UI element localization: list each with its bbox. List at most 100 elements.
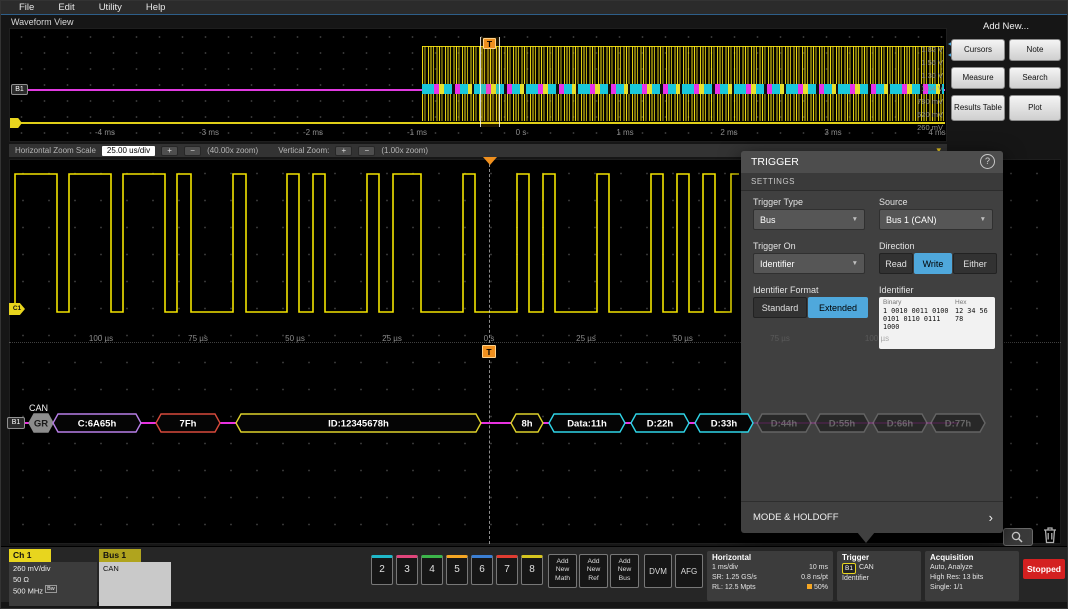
h-zoom-scale-label: Horizontal Zoom Scale <box>15 146 96 155</box>
magnifier-icon <box>1008 530 1028 544</box>
format-extended-button[interactable]: Extended <box>808 297 868 318</box>
zoom-tool-button[interactable] <box>1003 528 1033 546</box>
source-dropdown[interactable]: Bus 1 (CAN) ▼ <box>879 209 993 230</box>
time-label: 25 µs <box>382 334 402 343</box>
h-scale: 1 ms/div <box>712 563 738 573</box>
settings-section-header: SETTINGS <box>741 173 1003 191</box>
direction-read-button[interactable]: Read <box>879 253 913 274</box>
add-measure-button[interactable]: Measure <box>951 67 1005 89</box>
add-cursors-button[interactable]: Cursors <box>951 39 1005 61</box>
add-new-math-button[interactable]: Add New Math <box>548 554 577 588</box>
v-zoom-plus-button[interactable]: + <box>335 146 352 156</box>
channel-number: 6 <box>479 564 485 575</box>
horizontal-settings-block[interactable]: Horizontal 1 ms/div 10 ms SR: 1.25 GS/s … <box>707 551 833 601</box>
bus1-badge[interactable]: B1 <box>7 417 25 429</box>
trigger-type-dropdown[interactable]: Bus ▼ <box>753 209 865 230</box>
overview-time-label: 2 ms <box>720 128 737 137</box>
v-zoom-readout: (1.00x zoom) <box>381 146 428 155</box>
add-plot-button[interactable]: Plot <box>1009 95 1061 121</box>
format-standard-button[interactable]: Standard <box>753 297 807 318</box>
overview-volt-label: 260 mV <box>917 123 943 132</box>
svg-text:D:55h: D:55h <box>829 419 856 430</box>
bus1-type: CAN <box>103 564 167 575</box>
overview-volt-label: 780 mV <box>917 97 943 106</box>
ch1-tab[interactable]: Ch 1 <box>9 549 51 562</box>
h-zoom-scale-value[interactable]: 25.00 us/div <box>102 146 155 156</box>
add-new-bus-button[interactable]: Add New Bus <box>610 554 639 588</box>
h-samplerate: SR: 1.25 GS/s <box>712 573 757 583</box>
main-trigger-flag[interactable]: T <box>482 345 496 358</box>
time-label: 75 µs <box>770 334 790 343</box>
ch1-info-block[interactable]: 260 mV/div 50 Ω 500 MHz Bw <box>9 562 97 606</box>
overview-time-label: 1 ms <box>616 128 633 137</box>
position-marker-icon <box>807 584 812 589</box>
trigger-source-badge: B1 <box>842 563 856 574</box>
direction-write-button[interactable]: Write <box>914 253 952 274</box>
overview-volt-label: 1.30 V <box>921 71 943 80</box>
dvm-button[interactable]: DVM <box>644 554 672 588</box>
channel-number: 3 <box>404 564 410 575</box>
acquisition-settings-block[interactable]: Acquisition Auto, Analyze High Res: 13 b… <box>925 551 1019 601</box>
acq-single: Single: 1/1 <box>930 583 963 593</box>
acq-resolution: High Res: 13 bits <box>930 573 983 583</box>
add-note-button[interactable]: Note <box>1009 39 1061 61</box>
btn-line: New <box>580 566 607 574</box>
bus1-info-block[interactable]: CAN <box>99 562 171 606</box>
channel-button-3[interactable]: 3 <box>396 555 418 585</box>
trigger-settings-block[interactable]: Trigger B1 CAN Identifier <box>837 551 921 601</box>
channel1-position-marker-icon <box>10 118 22 128</box>
zoom-window-marker[interactable] <box>480 37 500 127</box>
mode-holdoff-label: MODE & HOLDOFF <box>753 512 839 523</box>
hex-value-line: 78 <box>955 316 963 324</box>
bus1-tab[interactable]: Bus 1 <box>99 549 141 562</box>
h-recordlength: RL: 12.5 Mpts <box>712 583 756 593</box>
add-new-title: Add New... <box>949 21 1063 32</box>
add-new-ref-button[interactable]: Add New Ref <box>579 554 608 588</box>
run-stop-status-button[interactable]: Stopped <box>1023 559 1065 579</box>
direction-button-group: Read Write Either <box>879 253 997 274</box>
channel-button-4[interactable]: 4 <box>421 555 443 585</box>
overview-trigger-flag[interactable]: T <box>483 38 496 49</box>
mode-holdoff-row[interactable]: MODE & HOLDOFF › <box>741 501 1003 533</box>
channel-button-6[interactable]: 6 <box>471 555 493 585</box>
h-zoom-minus-button[interactable]: − <box>184 146 201 156</box>
channel-button-8[interactable]: 8 <box>521 555 543 585</box>
menu-utility[interactable]: Utility <box>99 1 122 14</box>
svg-text:D:44h: D:44h <box>771 419 798 430</box>
menu-file[interactable]: File <box>19 1 34 14</box>
trigger-bus-type: CAN <box>859 563 874 574</box>
zoom-position-marker-icon[interactable] <box>483 157 497 165</box>
menu-help[interactable]: Help <box>146 1 166 14</box>
help-icon[interactable]: ? <box>980 154 995 169</box>
channel-button-7[interactable]: 7 <box>496 555 518 585</box>
menu-bar: File Edit Utility Help <box>1 1 1068 15</box>
menu-edit[interactable]: Edit <box>58 1 74 14</box>
trigger-on-label: Trigger On <box>753 241 796 251</box>
ch1-scale: 260 mV/div <box>13 564 93 575</box>
channel-button-2[interactable]: 2 <box>371 555 393 585</box>
svg-text:C:6A65h: C:6A65h <box>78 419 117 430</box>
source-value: Bus 1 (CAN) <box>886 215 937 225</box>
direction-either-button[interactable]: Either <box>953 253 997 274</box>
afg-button[interactable]: AFG <box>675 554 703 588</box>
channel-button-5[interactable]: 5 <box>446 555 468 585</box>
bottom-toolbar: Ch 1 260 mV/div 50 Ω 500 MHz Bw Bus 1 CA… <box>1 546 1068 602</box>
v-zoom-label: Vertical Zoom: <box>278 146 329 155</box>
horizontal-title: Horizontal <box>712 553 828 562</box>
svg-text:D:77h: D:77h <box>945 419 972 430</box>
svg-text:D:33h: D:33h <box>711 419 738 430</box>
h-zoom-plus-button[interactable]: + <box>161 146 178 156</box>
bus-decode-waveform: GRC:6A65h7FhID:12345678h8hData:11hD:22hD… <box>1 409 1068 443</box>
v-zoom-minus-button[interactable]: − <box>358 146 375 156</box>
bandwidth-limit-badge: Bw <box>45 585 57 593</box>
trigger-on-dropdown[interactable]: Identifier ▼ <box>753 253 865 274</box>
overview-graticule[interactable]: T B1 -4 ms -3 ms -2 ms -1 ms 0 s 1 ms 2 … <box>9 28 947 142</box>
chevron-right-icon: › <box>989 502 993 534</box>
overview-time-label: -2 ms <box>303 128 323 137</box>
time-label: 50 µs <box>673 334 693 343</box>
bus-decode-label: CAN <box>29 403 48 413</box>
add-search-button[interactable]: Search <box>1009 67 1061 89</box>
overview-time-label: -3 ms <box>199 128 219 137</box>
add-results-table-button[interactable]: Results Table <box>951 95 1005 121</box>
svg-text:D:66h: D:66h <box>887 419 914 430</box>
